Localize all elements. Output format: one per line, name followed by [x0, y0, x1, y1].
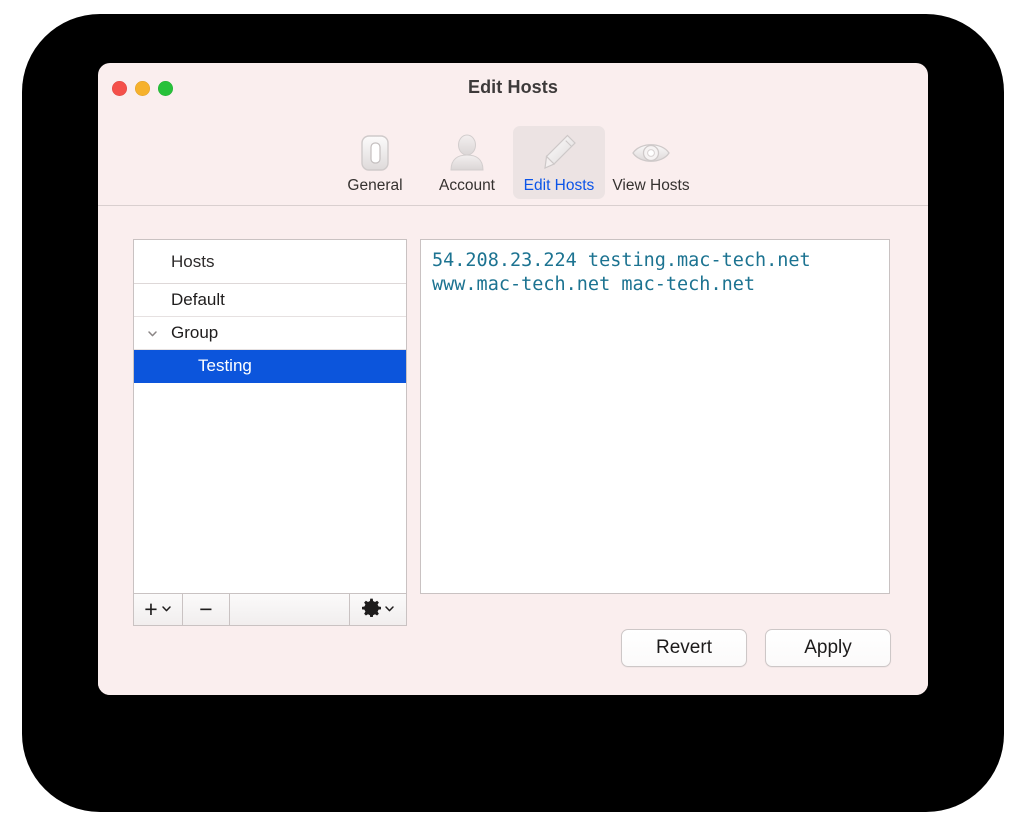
- list-item-group[interactable]: Group: [134, 317, 406, 350]
- add-host-button[interactable]: +: [134, 594, 183, 625]
- remove-host-button[interactable]: −: [183, 594, 230, 625]
- list-item-default[interactable]: Default: [134, 284, 406, 317]
- content-area: Hosts Default Group Testing + − 54.208.2…: [98, 206, 928, 695]
- chevron-down-icon: [161, 601, 172, 619]
- toolbar-item-view-hosts-label: View Hosts: [612, 177, 690, 194]
- toolbar-item-account[interactable]: Account: [421, 126, 513, 199]
- hosts-list: Hosts Default Group Testing: [133, 239, 407, 594]
- preferences-toolbar: General Account Edit Hosts View Hosts: [98, 118, 928, 205]
- minus-icon: −: [199, 596, 213, 622]
- apply-button[interactable]: Apply: [765, 629, 891, 667]
- chevron-down-icon[interactable]: [145, 326, 159, 340]
- actions-menu-button[interactable]: [349, 594, 406, 625]
- window-title: Edit Hosts: [467, 77, 558, 97]
- toolbar-item-edit-hosts[interactable]: Edit Hosts: [513, 126, 605, 199]
- revert-button[interactable]: Revert: [621, 629, 747, 667]
- toolbar-item-edit-hosts-label: Edit Hosts: [523, 177, 595, 194]
- hosts-text-editor[interactable]: 54.208.23.224 testing.mac-tech.net www.m…: [420, 239, 890, 594]
- chevron-down-icon: [384, 601, 395, 619]
- hosts-list-toolbar-filler: [230, 594, 349, 625]
- gear-icon: [361, 598, 381, 622]
- eye-icon: [629, 131, 673, 175]
- list-item-label: Testing: [198, 356, 252, 375]
- list-item-label: Default: [171, 290, 225, 309]
- list-item-testing[interactable]: Testing: [134, 350, 406, 383]
- toolbar-item-view-hosts[interactable]: View Hosts: [605, 126, 697, 199]
- toolbar-item-general-label: General: [347, 177, 403, 194]
- plus-icon: +: [144, 596, 158, 622]
- pencil-icon: [537, 131, 581, 175]
- hosts-list-toolbar: + −: [133, 594, 407, 626]
- hosts-list-header-label: Hosts: [171, 251, 215, 271]
- toolbar-item-account-label: Account: [438, 177, 495, 194]
- hosts-list-header: Hosts: [134, 240, 406, 284]
- person-icon: [445, 131, 489, 175]
- window-titlebar: Edit Hosts: [98, 63, 928, 118]
- edit-hosts-window: Edit Hosts General Account Edit Hosts Vi…: [98, 63, 928, 695]
- footer-buttons: Revert Apply: [621, 629, 891, 667]
- hosts-text-content: 54.208.23.224 testing.mac-tech.net www.m…: [432, 250, 822, 296]
- device-toggle-icon: [353, 131, 397, 175]
- toolbar-item-general[interactable]: General: [329, 126, 421, 199]
